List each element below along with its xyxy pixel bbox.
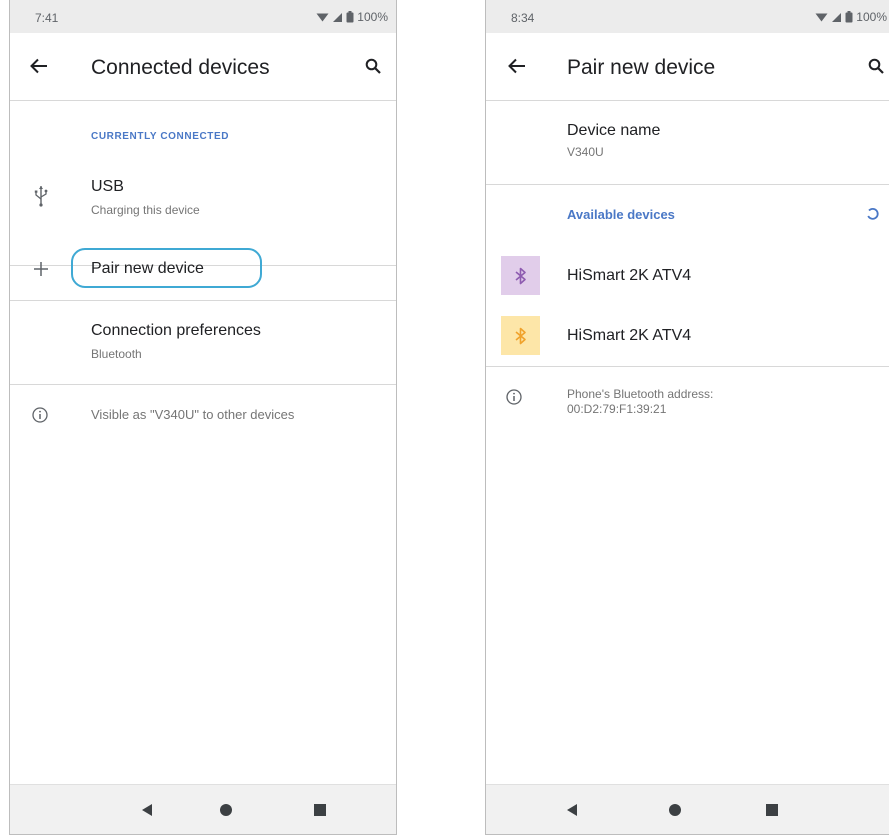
search-button[interactable]	[360, 53, 386, 79]
device-name-label: HiSmart 2K ATV4	[567, 327, 692, 344]
search-icon	[365, 58, 381, 74]
battery-percent: 100%	[856, 10, 887, 24]
page-title: Connected devices	[91, 56, 270, 79]
back-button[interactable]	[504, 53, 530, 79]
bluetooth-address-value: 00:D2:79:F1:39:21	[567, 402, 667, 416]
signal-icon	[333, 12, 343, 22]
available-device-row[interactable]: HiSmart 2K ATV4	[486, 252, 889, 302]
nav-home-button[interactable]	[664, 799, 686, 821]
bluetooth-icon	[514, 327, 526, 344]
info-icon	[506, 389, 522, 405]
nav-home-icon	[220, 804, 232, 816]
plus-icon-wrap	[30, 258, 52, 280]
nav-home-icon	[669, 804, 681, 816]
divider	[10, 384, 396, 385]
battery-icon	[845, 11, 853, 23]
nav-recents-icon	[766, 804, 778, 816]
bluetooth-address-label: Phone's Bluetooth address:	[567, 387, 714, 401]
info-icon-wrap	[504, 387, 524, 407]
arrow-back-icon	[30, 58, 47, 74]
status-icons: 100%	[815, 10, 887, 24]
nav-back-icon	[142, 804, 152, 816]
app-bar: Pair new device	[486, 33, 889, 101]
status-bar: 7:41 100%	[10, 0, 396, 33]
wifi-icon	[316, 13, 329, 22]
app-bar: Connected devices	[10, 33, 396, 101]
status-icons: 100%	[316, 10, 388, 24]
nav-recents-button[interactable]	[761, 799, 783, 821]
usb-title: USB	[91, 178, 124, 195]
battery-percent: 100%	[357, 10, 388, 24]
search-button[interactable]	[863, 53, 889, 79]
device-name-title: Device name	[567, 122, 661, 139]
wifi-icon	[815, 13, 828, 22]
device-name-label: HiSmart 2K ATV4	[567, 267, 692, 284]
info-icon	[32, 407, 48, 423]
visible-as-text: Visible as "V340U" to other devices	[91, 407, 295, 422]
navigation-bar	[10, 784, 396, 834]
usb-subtitle: Charging this device	[91, 203, 200, 217]
available-device-row[interactable]: HiSmart 2K ATV4	[486, 312, 889, 362]
plus-icon	[34, 262, 48, 276]
device-name-value: V340U	[567, 145, 604, 159]
refresh-spinner-icon	[867, 207, 879, 220]
signal-icon	[832, 12, 842, 22]
nav-back-icon	[567, 804, 577, 816]
connection-preferences-row[interactable]: Connection preferences Bluetooth	[10, 310, 396, 380]
visible-info-row: Visible as "V340U" to other devices	[10, 396, 396, 436]
divider	[486, 184, 889, 185]
connection-preferences-title: Connection preferences	[91, 322, 261, 339]
back-button[interactable]	[26, 53, 52, 79]
pair-new-device-highlight	[71, 248, 262, 288]
usb-icon	[34, 186, 48, 207]
status-time: 7:41	[35, 11, 59, 25]
usb-row[interactable]: USB Charging this device	[10, 163, 396, 259]
device-name-row[interactable]: Device name V340U	[486, 110, 889, 184]
navigation-bar	[486, 784, 889, 834]
status-bar: 8:34 100%	[486, 0, 889, 33]
nav-back-button[interactable]	[136, 799, 158, 821]
divider	[10, 300, 396, 301]
section-header-currently-connected: CURRENTLY CONNECTED	[91, 131, 230, 142]
bluetooth-icon	[514, 267, 526, 284]
available-devices-header: Available devices	[567, 207, 675, 222]
device-icon-tile	[501, 256, 540, 295]
bluetooth-address-row: Phone's Bluetooth address: 00:D2:79:F1:3…	[486, 382, 889, 432]
nav-recents-button[interactable]	[309, 799, 331, 821]
search-icon	[868, 58, 884, 74]
nav-home-button[interactable]	[215, 799, 237, 821]
usb-icon-wrap	[30, 183, 52, 209]
nav-back-button[interactable]	[561, 799, 583, 821]
arrow-back-icon	[508, 58, 525, 74]
page-title: Pair new device	[567, 56, 716, 79]
battery-icon	[346, 11, 354, 23]
connection-preferences-subtitle: Bluetooth	[91, 347, 142, 361]
pair-new-device-screen: 8:34 100% Pair new device Device name V3…	[485, 0, 889, 835]
info-icon-wrap	[30, 405, 50, 425]
refresh-spinner	[863, 204, 883, 224]
divider	[486, 366, 889, 367]
connected-devices-screen: 7:41 100% Connected devices CURRENTLY CO…	[9, 0, 397, 835]
device-icon-tile	[501, 316, 540, 355]
status-time: 8:34	[511, 11, 535, 25]
nav-recents-icon	[314, 804, 326, 816]
